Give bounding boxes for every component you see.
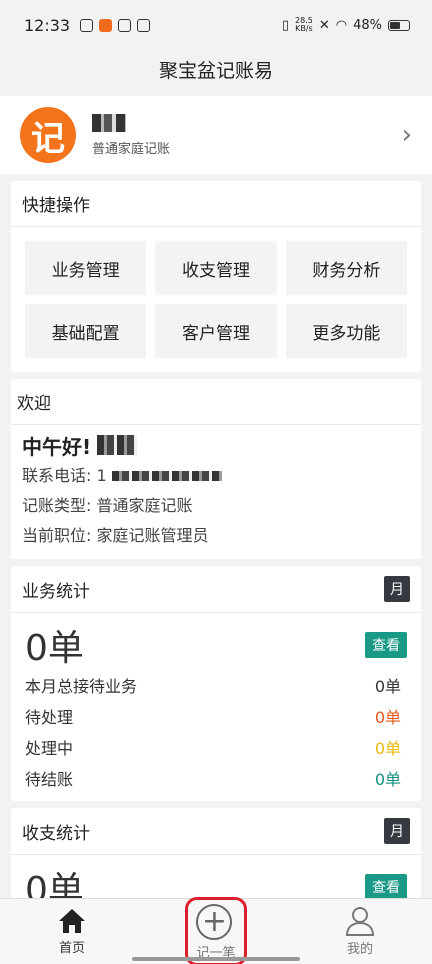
- stat-label: 待结账: [25, 770, 74, 789]
- business-period-button[interactable]: 月: [384, 576, 410, 602]
- finance-stats-header: 收支统计 月: [11, 808, 421, 855]
- account-type-value: 普通家庭记账: [96, 496, 193, 515]
- greeting: 中午好!: [22, 429, 410, 461]
- app-notification-icon: [137, 18, 151, 32]
- nav-mine[interactable]: 我的: [315, 906, 405, 957]
- quick-actions-title: 快捷操作: [11, 181, 421, 227]
- business-stats-title: 业务统计: [22, 581, 90, 602]
- stat-row-to-settle: 待结账 0单: [11, 764, 421, 795]
- position-label: 当前职位:: [22, 526, 92, 545]
- stat-row-processing: 处理中 0单: [11, 733, 421, 764]
- status-bar: 12:33 ▯ 28.5 KB/s ✕ ◠ 48%: [0, 0, 432, 50]
- welcome-body: 中午好! 联系电话: 1 记账类型: 普通家庭记账 当前职位: 家庭记账管理员: [11, 425, 421, 559]
- business-stats-top: 0单 查看: [11, 613, 421, 671]
- user-name-blurred: [92, 113, 126, 132]
- quick-actions-card: 快捷操作 业务管理 收支管理 财务分析 基础配置 客户管理 更多功能: [11, 181, 421, 372]
- vibrate-icon: ▯: [281, 17, 290, 33]
- business-stats-rows: 本月总接待业务 0单 待处理 0单 处理中 0单 待结账 0单: [11, 671, 421, 801]
- battery-fill: [390, 21, 400, 29]
- finance-view-button[interactable]: 查看: [365, 874, 407, 900]
- home-icon: [59, 909, 85, 933]
- business-count: 0单: [25, 628, 84, 669]
- home-indicator: [132, 957, 300, 961]
- nav-home-label: 首页: [58, 941, 85, 956]
- stat-value: 0单: [374, 739, 401, 758]
- business-view-button[interactable]: 查看: [365, 632, 407, 658]
- quick-actions-title-text: 快捷操作: [22, 196, 90, 216]
- more-functions-button[interactable]: 更多功能: [285, 304, 407, 358]
- income-expense-button[interactable]: 收支管理: [155, 241, 277, 295]
- stat-value: 0单: [374, 677, 401, 696]
- finance-stats-title: 收支统计: [22, 823, 90, 844]
- business-stats-card: 业务统计 月 0单 查看 本月总接待业务 0单 待处理 0单 处理中 0单 待结…: [11, 566, 421, 801]
- user-icon: [345, 907, 375, 936]
- greeting-name-blurred: [97, 435, 138, 455]
- phone-value: 1: [96, 466, 107, 485]
- nav-mine-label: 我的: [346, 942, 373, 957]
- basic-config-button[interactable]: 基础配置: [25, 304, 147, 358]
- mail-icon: [118, 18, 132, 32]
- chevron-right-icon[interactable]: ›: [402, 120, 412, 150]
- customer-management-button[interactable]: 客户管理: [155, 304, 277, 358]
- greeting-text: 中午好!: [22, 434, 92, 459]
- app-logo: 记: [20, 107, 76, 163]
- business-management-button[interactable]: 业务管理: [25, 241, 147, 295]
- net-speed-unit: KB/s: [295, 24, 313, 33]
- finance-period-button[interactable]: 月: [384, 818, 410, 844]
- stat-label: 待处理: [25, 708, 74, 727]
- nav-home[interactable]: 首页: [27, 907, 117, 956]
- quick-actions-grid: 业务管理 收支管理 财务分析 基础配置 客户管理 更多功能: [11, 227, 421, 372]
- notification-icon: [80, 18, 94, 32]
- profile-row[interactable]: 记 普通家庭记账 ›: [0, 96, 432, 174]
- welcome-title: 欢迎: [11, 379, 421, 425]
- stat-value: 0单: [374, 708, 401, 727]
- phone-blurred: [111, 471, 222, 481]
- add-record-highlight: + 记一笔: [185, 897, 247, 964]
- bottom-nav: 首页 + 记一笔 我的: [0, 897, 432, 964]
- phone-label: 联系电话:: [22, 466, 92, 485]
- financial-analysis-button[interactable]: 财务分析: [285, 241, 407, 295]
- nav-add-record[interactable]: + 记一笔: [171, 897, 261, 964]
- profile-info: 普通家庭记账: [92, 113, 402, 157]
- taobao-icon: [99, 18, 113, 32]
- position-row: 当前职位: 家庭记账管理员: [22, 521, 410, 551]
- stat-row-pending: 待处理 0单: [11, 702, 421, 733]
- welcome-card: 欢迎 中午好! 联系电话: 1 记账类型: 普通家庭记账 当前职位: 家庭记账管…: [11, 379, 421, 559]
- stat-value: 0单: [374, 770, 401, 789]
- status-left: 12:33: [24, 15, 151, 35]
- app-title: 聚宝盆记账易: [0, 50, 432, 92]
- stat-label: 本月总接待业务: [25, 677, 138, 696]
- status-time: 12:33: [24, 15, 71, 35]
- position-value: 家庭记账管理员: [96, 526, 209, 545]
- account-type-row: 记账类型: 普通家庭记账: [22, 491, 410, 521]
- battery-percent: 48%: [353, 17, 382, 33]
- business-stats-header: 业务统计 月: [11, 566, 421, 613]
- plus-icon: +: [196, 904, 233, 940]
- battery-icon: [388, 19, 410, 31]
- net-speed: 28.5 KB/s: [295, 17, 313, 33]
- phone-row: 联系电话: 1: [22, 461, 410, 491]
- sim-icon: ✕: [318, 17, 330, 33]
- wifi-icon: ◠: [335, 17, 348, 33]
- account-type-label: 记账类型:: [22, 496, 92, 515]
- stat-label: 处理中: [25, 739, 74, 758]
- status-right: ▯ 28.5 KB/s ✕ ◠ 48%: [282, 17, 410, 33]
- profile-account-type: 普通家庭记账: [92, 141, 171, 157]
- stat-row-monthly-total: 本月总接待业务 0单: [11, 671, 421, 702]
